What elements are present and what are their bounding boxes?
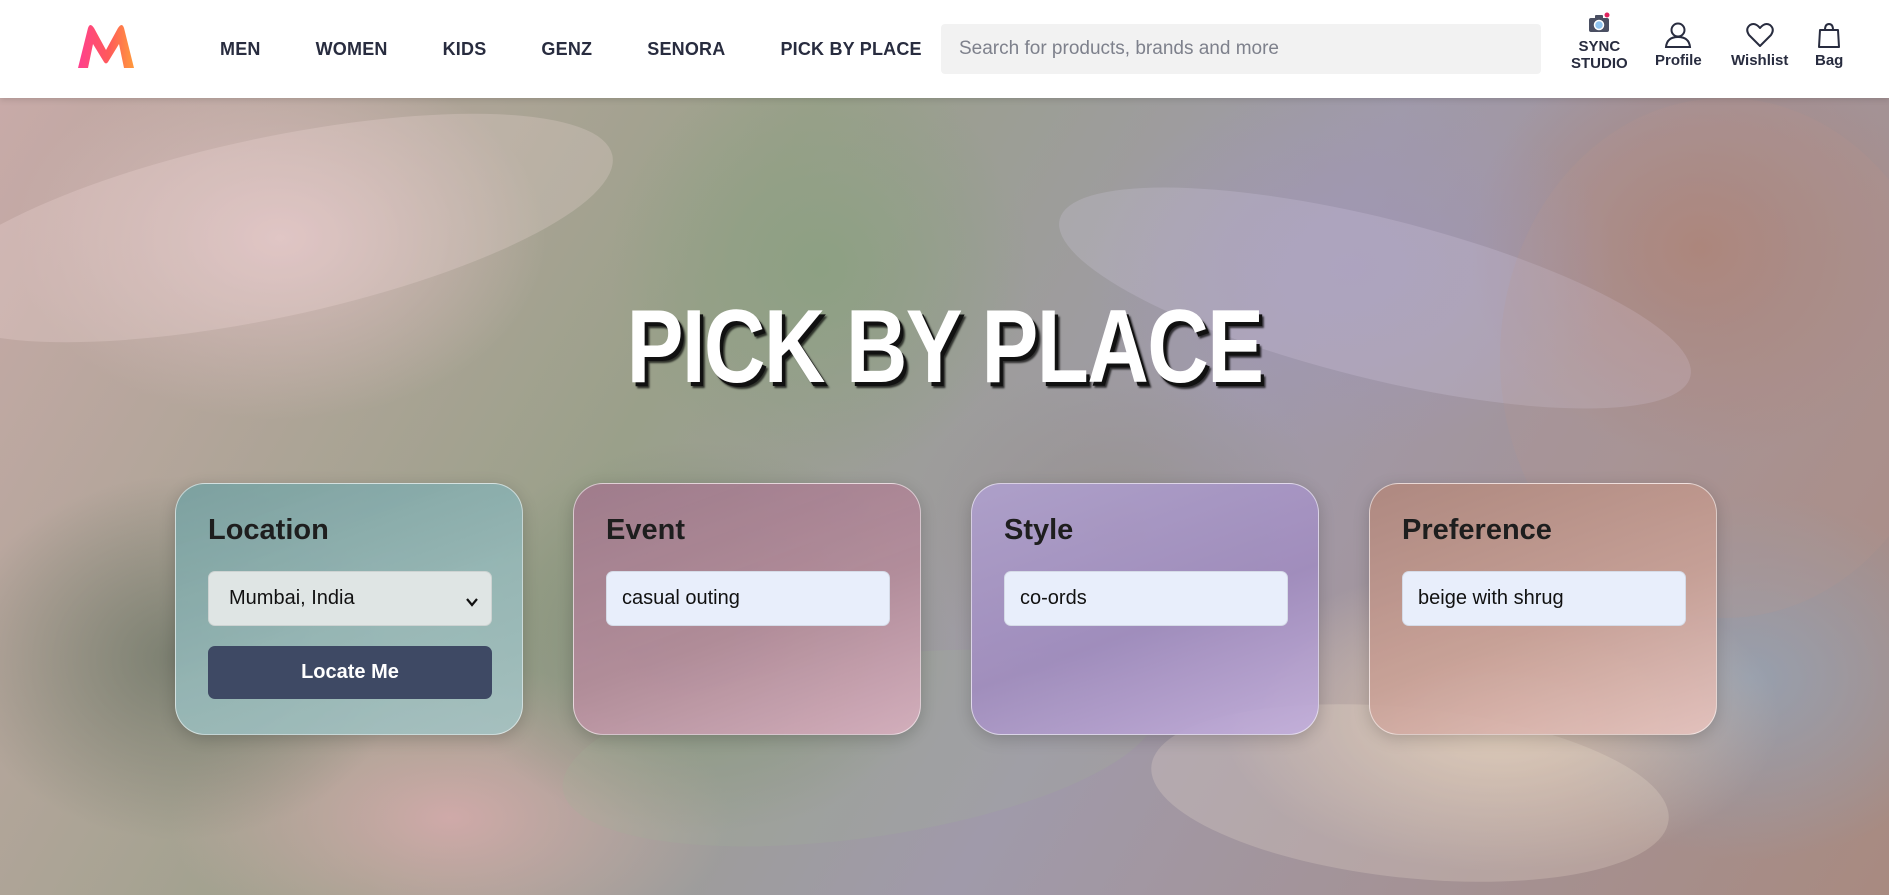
- search-input[interactable]: [959, 38, 1541, 60]
- nav-item-senora[interactable]: SENORA: [647, 39, 725, 60]
- location-card-title: Location: [208, 514, 329, 546]
- nav-item-genz[interactable]: GENZ: [541, 39, 592, 60]
- preference-card: Preference: [1369, 483, 1717, 735]
- top-header: MEN WOMEN KIDS GENZ SENORA PICK BY PLACE…: [0, 0, 1889, 98]
- bag-label: Bag: [1815, 52, 1844, 69]
- event-input[interactable]: [606, 571, 890, 626]
- preference-card-title: Preference: [1402, 514, 1552, 546]
- event-card: Event: [573, 483, 921, 735]
- user-icon: [1664, 22, 1692, 52]
- location-card: Location Mumbai, India Locate Me: [175, 483, 523, 735]
- hero-section: PICK BY PLACE Location Mumbai, India Loc…: [0, 98, 1889, 895]
- myntra-logo-icon[interactable]: [74, 24, 138, 70]
- wishlist-label: Wishlist: [1731, 52, 1789, 69]
- sync-studio-button[interactable]: SYNC STUDIO: [1571, 12, 1628, 72]
- location-select[interactable]: Mumbai, India: [208, 571, 492, 626]
- nav-item-kids[interactable]: KIDS: [443, 39, 487, 60]
- main-nav: MEN WOMEN KIDS GENZ SENORA PICK BY PLACE: [220, 0, 977, 98]
- sync-studio-label-line2: STUDIO: [1571, 55, 1628, 72]
- locate-me-button[interactable]: Locate Me: [208, 646, 492, 699]
- profile-label: Profile: [1655, 52, 1702, 69]
- search-bar: [941, 24, 1541, 74]
- heart-icon: [1745, 22, 1774, 52]
- style-card-title: Style: [1004, 514, 1074, 546]
- bag-button[interactable]: Bag: [1815, 22, 1843, 69]
- nav-item-pick-by-place[interactable]: PICK BY PLACE: [780, 39, 921, 60]
- nav-item-men[interactable]: MEN: [220, 39, 261, 60]
- sync-studio-label-line1: SYNC: [1578, 38, 1621, 55]
- bag-icon: [1817, 22, 1841, 52]
- chevron-down-icon: [465, 592, 479, 615]
- wishlist-button[interactable]: Wishlist: [1731, 22, 1788, 69]
- preference-input[interactable]: [1402, 571, 1686, 626]
- nav-item-women[interactable]: WOMEN: [316, 39, 388, 60]
- event-card-title: Event: [606, 514, 685, 546]
- location-select-value: Mumbai, India: [229, 587, 355, 609]
- page-title: PICK BY PLACE: [626, 289, 1264, 405]
- style-input[interactable]: [1004, 571, 1288, 626]
- profile-button[interactable]: Profile: [1655, 22, 1702, 69]
- style-card: Style: [971, 483, 1319, 735]
- camera-icon: [1587, 12, 1611, 38]
